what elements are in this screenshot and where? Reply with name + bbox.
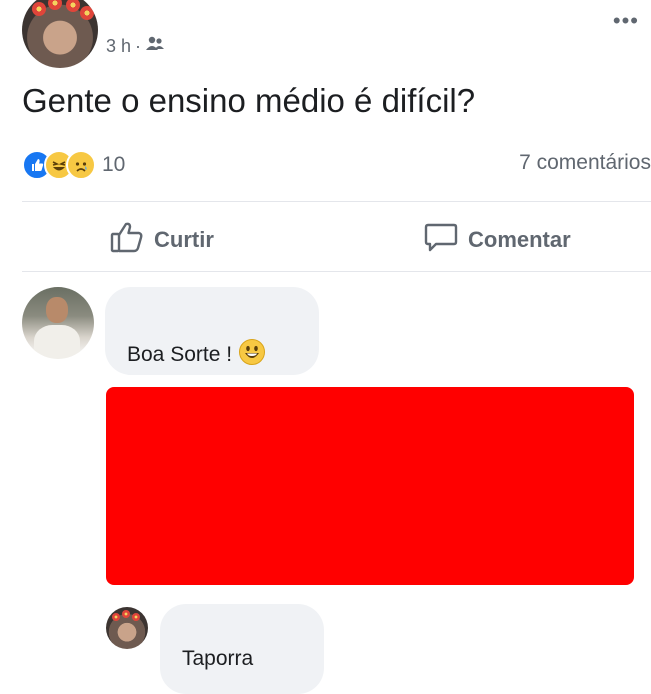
- meta-separator: ·: [135, 36, 142, 56]
- post-meta: 3 h ·: [106, 36, 165, 57]
- comment-text-value: Boa Sorte !: [127, 343, 233, 366]
- thumbs-up-icon: [110, 221, 144, 259]
- reaction-count: 10: [102, 153, 126, 176]
- friends-icon: [145, 36, 165, 57]
- reactions-summary[interactable]: 10: [22, 150, 125, 180]
- reply-author-avatar[interactable]: [106, 607, 148, 649]
- comment-bubble-icon: [424, 221, 458, 259]
- comment-text: Boa Sorte !: [127, 338, 266, 372]
- post-text: Gente o ensino médio é difícil?: [22, 82, 476, 119]
- like-button[interactable]: Curtir: [110, 221, 214, 259]
- redacted-comment: [106, 387, 634, 585]
- comment-label: Comentar: [468, 227, 571, 252]
- like-label: Curtir: [154, 227, 214, 252]
- more-dots-icon[interactable]: •••: [613, 8, 639, 34]
- comment-button[interactable]: Comentar: [424, 221, 571, 259]
- commenter-avatar[interactable]: [22, 287, 94, 359]
- divider-top: [22, 201, 651, 202]
- smile-emoji-icon: [238, 338, 266, 372]
- comments-count-link[interactable]: 7 comentários: [519, 151, 651, 175]
- post-author-avatar[interactable]: [22, 0, 98, 68]
- sad-icon: [66, 150, 96, 180]
- post-time[interactable]: 3 h: [106, 36, 131, 57]
- reply-text: Taporra: [182, 647, 254, 670]
- divider-bottom: [22, 271, 651, 272]
